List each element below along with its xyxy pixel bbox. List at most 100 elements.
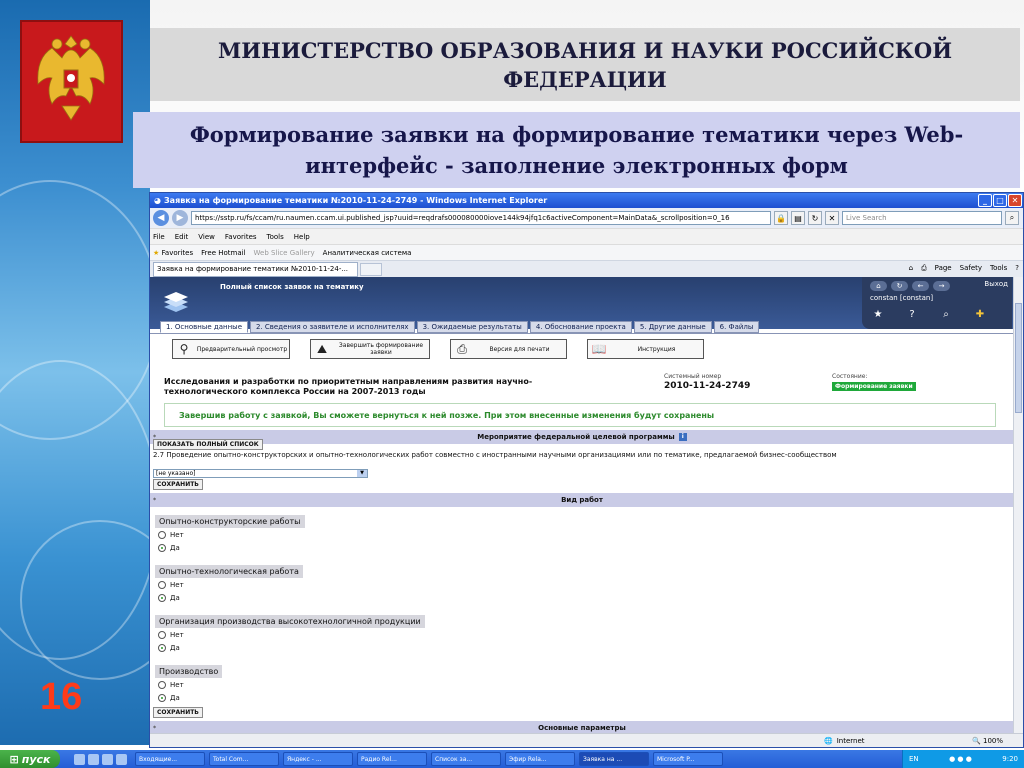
back-button[interactable]: ◀ — [153, 210, 169, 226]
menu-tools[interactable]: Tools — [267, 233, 284, 241]
add-favorite-icon[interactable]: ✚ — [972, 306, 988, 322]
task-list[interactable]: Список за... — [431, 752, 501, 766]
radio-button[interactable] — [158, 631, 166, 639]
tab-main-data[interactable]: 1. Основные данные — [160, 321, 248, 333]
task-radio[interactable]: Радио Rel... — [357, 752, 427, 766]
scrollbar-thumb[interactable] — [1015, 303, 1022, 413]
logout-link[interactable]: Выход — [984, 280, 1008, 288]
help-icon[interactable]: ? — [904, 306, 920, 322]
radio-otr-yes[interactable]: Да — [158, 594, 180, 602]
collapse-icon[interactable]: * — [153, 497, 156, 504]
radio-label: Нет — [170, 681, 184, 689]
full-list-link[interactable]: Полный список заявок на тематику — [220, 283, 364, 291]
save-button[interactable]: СОХРАНИТЬ — [153, 707, 203, 718]
task-yandex[interactable]: Яндекс - ... — [283, 752, 353, 766]
maximize-button[interactable]: □ — [993, 194, 1007, 207]
tray-icons[interactable]: ● ● ● — [949, 755, 972, 763]
menu-favorites[interactable]: Favorites — [225, 233, 257, 241]
print-version-button[interactable]: ⎙ Версия для печати — [450, 339, 567, 359]
minimize-button[interactable]: _ — [978, 194, 992, 207]
tab-expected-results[interactable]: 3. Ожидаемые результаты — [416, 321, 528, 333]
task-inbox[interactable]: Входящие... — [135, 752, 205, 766]
refresh-icon[interactable]: ↻ — [891, 281, 908, 291]
menu-file[interactable]: File — [153, 233, 165, 241]
finish-button[interactable]: ⛰ Завершить формирование заявки — [310, 339, 430, 359]
arrow-right-icon[interactable]: → — [933, 281, 950, 291]
menu-view[interactable]: View — [198, 233, 215, 241]
menu-help[interactable]: Help — [294, 233, 310, 241]
ie-icon[interactable] — [74, 753, 85, 765]
info-icon[interactable]: i — [678, 433, 687, 441]
show-full-list-button[interactable]: ПОКАЗАТЬ ПОЛНЫЙ СПИСОК — [153, 439, 263, 450]
browser-tabs: Заявка на формирование тематики №2010-11… — [150, 260, 1023, 277]
radio-button[interactable] — [158, 531, 166, 539]
radio-button[interactable] — [158, 594, 166, 602]
print-icon[interactable]: ⎙ — [921, 264, 927, 273]
fav-analytics[interactable]: Аналитическая система — [323, 249, 412, 257]
menu-edit[interactable]: Edit — [175, 233, 189, 241]
save-button[interactable]: СОХРАНИТЬ — [153, 479, 203, 490]
collapse-icon[interactable]: * — [153, 725, 156, 732]
tab-other-data[interactable]: 5. Другие данные — [633, 321, 712, 333]
search-icon[interactable]: ⌕ — [1005, 211, 1019, 225]
radio-button[interactable] — [158, 544, 166, 552]
chevron-down-icon[interactable]: ▼ — [357, 470, 367, 477]
preview-button[interactable]: ⚲ Предварительный просмотр — [172, 339, 290, 359]
help-icon[interactable]: ? — [1015, 264, 1019, 273]
radio-button[interactable] — [158, 581, 166, 589]
close-button[interactable]: ✕ — [1008, 194, 1022, 207]
radio-button[interactable] — [158, 694, 166, 702]
fav-free-hotmail[interactable]: Free Hotmail — [201, 249, 245, 257]
stop-icon[interactable]: ✕ — [825, 211, 839, 225]
section-main-params[interactable]: * Основные параметры — [150, 721, 1014, 733]
section-work-type[interactable]: * Вид работ — [150, 493, 1014, 507]
start-button[interactable]: ⊞ пуск — [0, 750, 60, 768]
desktop-icon[interactable] — [116, 753, 127, 765]
compatibility-icon[interactable]: ▤ — [791, 211, 805, 225]
radio-ocr-yes[interactable]: Да — [158, 544, 180, 552]
favorites-button[interactable]: ★ Favorites — [153, 249, 193, 257]
star-icon[interactable]: ★ — [870, 306, 886, 322]
tab-project-justification[interactable]: 4. Обоснование проекта — [529, 321, 632, 333]
radio-otr-no[interactable]: Нет — [158, 581, 184, 589]
window-title: Заявка на формирование тематики №2010-11… — [163, 196, 548, 205]
lock-icon[interactable]: 🔒 — [774, 211, 788, 225]
safety-menu[interactable]: Safety — [960, 264, 982, 273]
topic-title-box: Формирование заявки на формирование тема… — [133, 112, 1020, 188]
radio-production-org-no[interactable]: Нет — [158, 631, 184, 639]
radio-button[interactable] — [158, 681, 166, 689]
zoom-control[interactable]: 🔍 100% — [972, 737, 1003, 745]
task-ether[interactable]: Эфир Rela... — [505, 752, 575, 766]
forward-button[interactable]: ▶ — [172, 210, 188, 226]
language-indicator[interactable]: EN — [909, 755, 919, 763]
browser-tab[interactable]: Заявка на формирование тематики №2010-11… — [153, 261, 358, 277]
search-icon[interactable]: ⌕ — [938, 306, 954, 322]
radio-ocr-no[interactable]: Нет — [158, 531, 184, 539]
radio-production-org-yes[interactable]: Да — [158, 644, 180, 652]
task-total-commander[interactable]: Total Com... — [209, 752, 279, 766]
fav-web-slice-gallery[interactable]: Web Slice Gallery — [254, 249, 315, 257]
radio-production-yes[interactable]: Да — [158, 694, 180, 702]
home-icon[interactable]: ⌂ — [909, 264, 913, 273]
section-program-event[interactable]: * Мероприятие федеральной целевой програ… — [150, 430, 1014, 444]
home-icon[interactable]: ⌂ — [870, 281, 887, 291]
clock[interactable]: 9:20 — [1002, 755, 1018, 763]
app-icon[interactable] — [102, 753, 113, 765]
radio-button[interactable] — [158, 644, 166, 652]
tools-menu[interactable]: Tools — [990, 264, 1007, 273]
tab-files[interactable]: 6. Файлы — [713, 321, 760, 333]
mail-icon[interactable] — [88, 753, 99, 765]
vertical-scrollbar[interactable] — [1013, 277, 1023, 733]
arrow-left-icon[interactable]: ← — [912, 281, 929, 291]
address-field[interactable]: https://sstp.ru/fs/ccam/ru.naumen.ccam.u… — [191, 211, 771, 225]
task-request[interactable]: Заявка на ... — [579, 752, 649, 766]
search-input[interactable]: Live Search — [842, 211, 1002, 225]
task-powerpoint[interactable]: Microsoft P... — [653, 752, 723, 766]
tab-applicant-info[interactable]: 2. Сведения о заявителе и исполнителях — [250, 321, 415, 333]
program-event-select[interactable]: [не указано] ▼ — [153, 469, 368, 478]
refresh-icon[interactable]: ↻ — [808, 211, 822, 225]
page-menu[interactable]: Page — [935, 264, 952, 273]
manual-button[interactable]: 📖 Инструкция — [587, 339, 704, 359]
radio-production-no[interactable]: Нет — [158, 681, 184, 689]
new-tab-button[interactable] — [360, 262, 382, 276]
